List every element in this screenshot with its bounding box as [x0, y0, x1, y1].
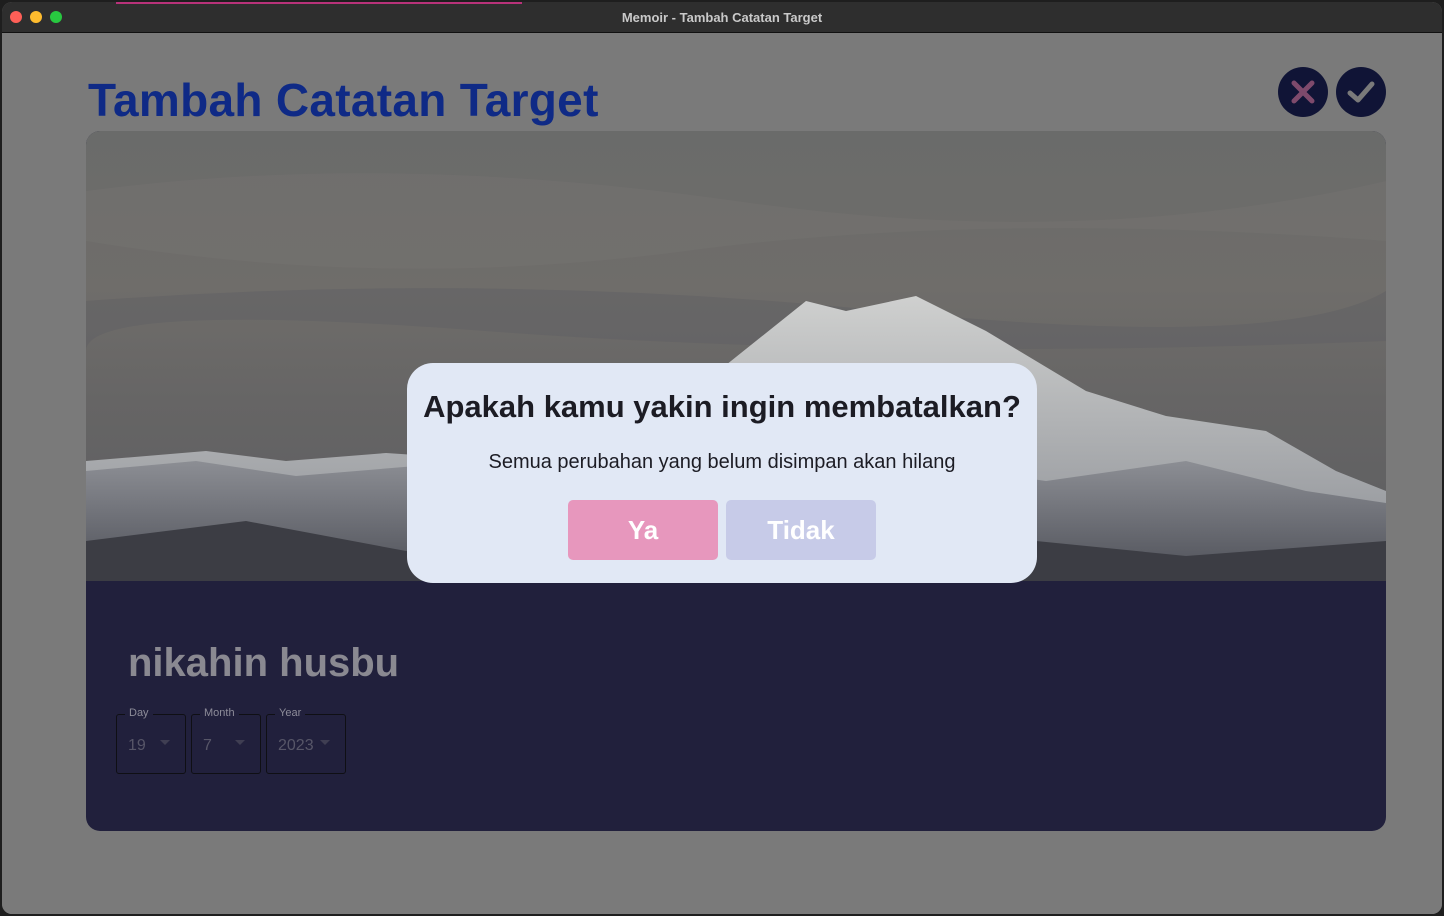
modal-overlay: Apakah kamu yakin ingin membatalkan? Sem… [2, 33, 1442, 914]
title-bar: Memoir - Tambah Catatan Target [2, 2, 1442, 33]
dialog-message: Semua perubahan yang belum disimpan akan… [488, 451, 956, 473]
title-bar-accent [116, 2, 522, 4]
no-button[interactable]: Tidak [726, 500, 876, 560]
app-window: Memoir - Tambah Catatan Target Tambah Ca… [2, 2, 1442, 914]
yes-button[interactable]: Ya [568, 500, 718, 560]
window-title: Memoir - Tambah Catatan Target [621, 10, 823, 25]
dialog-title: Apakah kamu yakin ingin membatalkan? [423, 389, 1021, 424]
confirm-cancel-dialog: Apakah kamu yakin ingin membatalkan? Sem… [407, 363, 1037, 583]
